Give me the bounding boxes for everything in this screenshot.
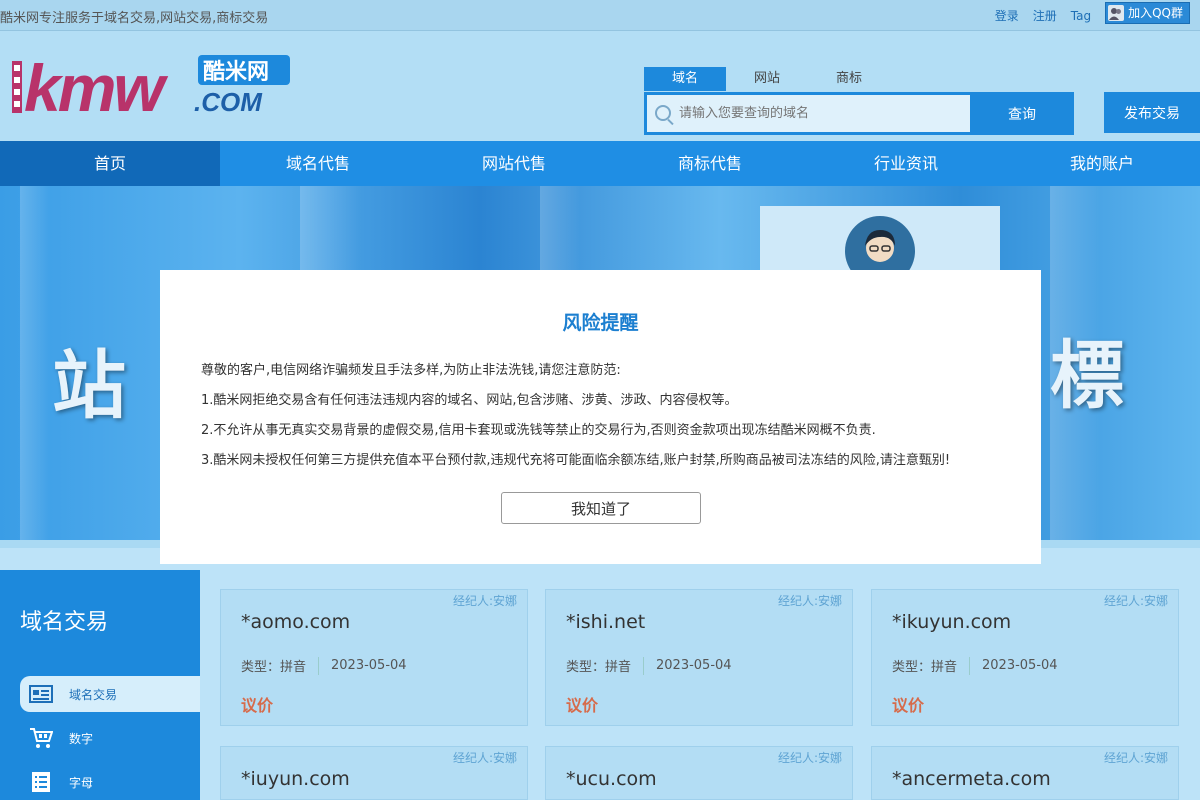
card-type: 类型：拼音	[241, 660, 307, 675]
nav-industry-news[interactable]: 行业资讯	[808, 141, 1004, 186]
card-agent: 经纪人:安娜	[452, 751, 517, 765]
search-icon	[655, 105, 671, 121]
card-domain[interactable]: *iuyun.com	[241, 768, 350, 790]
sidebar-title: 域名交易	[20, 610, 109, 635]
card-meta: 类型：拼音 2023-05-04	[241, 656, 407, 675]
domain-card[interactable]: 经纪人:安娜 *ucu.com	[545, 746, 853, 800]
search-button[interactable]: 查询	[970, 92, 1074, 135]
login-link[interactable]: 登录	[995, 7, 1019, 24]
modal-intro: 尊敬的客户,电信网络诈骗频发且手法多样,为防止非法洗钱,请您注意防范:	[201, 363, 621, 378]
domain-card[interactable]: 经纪人:安娜 *ikuyun.com 类型：拼音 2023-05-04 议价	[871, 589, 1179, 726]
modal-item-3: 3.酷米网未授权任何第三方提供充值本平台预付款,违规代充将可能面临余额冻结,账户…	[201, 453, 951, 468]
id-card-icon	[28, 684, 54, 704]
domain-card[interactable]: 经纪人:安娜 *ancermeta.com	[871, 746, 1179, 800]
qq-group-icon	[1108, 4, 1125, 21]
join-qq-group-button[interactable]: 加入QQ群	[1105, 1, 1190, 24]
logo-com-text: .COM	[194, 87, 263, 117]
search-input[interactable]	[679, 95, 969, 132]
banner-char-zhan: 站	[52, 343, 126, 429]
card-domain[interactable]: *aomo.com	[241, 611, 350, 633]
nav-home[interactable]: 首页	[0, 141, 220, 186]
sidebar-item-label: 数字	[69, 731, 94, 746]
card-price: 议价	[566, 696, 599, 715]
card-date: 2023-05-04	[656, 658, 732, 673]
card-date: 2023-05-04	[982, 658, 1058, 673]
banner-stripe	[20, 186, 50, 548]
tag-link[interactable]: Tag	[1071, 9, 1091, 23]
divider	[969, 656, 971, 675]
card-agent: 经纪人:安娜	[1103, 751, 1168, 765]
search-box: 查询	[644, 92, 1074, 135]
card-domain[interactable]: *ancermeta.com	[892, 768, 1051, 790]
card-type: 类型：拼音	[566, 660, 632, 675]
banner-char-biao: 標	[1050, 333, 1124, 419]
card-domain[interactable]: *ikuyun.com	[892, 611, 1011, 633]
nav-trademark-sale[interactable]: 商标代售	[612, 141, 808, 186]
top-bar: 酷米网专注服务于域名交易,网站交易,商标交易 登录 注册 Tag 加入QQ群	[0, 0, 1200, 31]
tab-website[interactable]: 网站	[726, 67, 808, 91]
card-domain[interactable]: *ucu.com	[566, 768, 657, 790]
qq-group-label: 加入QQ群	[1128, 6, 1183, 20]
category-sidebar: 域名交易 域名交易 数字 字母	[0, 570, 200, 800]
list-icon	[28, 772, 54, 792]
publish-trade-button[interactable]: 发布交易	[1104, 92, 1200, 133]
card-date: 2023-05-04	[331, 658, 407, 673]
top-links: 登录 注册 Tag 加入QQ群	[995, 0, 1190, 31]
card-price: 议价	[892, 696, 925, 715]
card-price: 议价	[241, 696, 274, 715]
tab-domain[interactable]: 域名	[644, 67, 726, 91]
kmw-logo[interactable]: kmw 酷米网 .COM	[10, 51, 300, 127]
domain-card[interactable]: 经纪人:安娜 *aomo.com 类型：拼音 2023-05-04 议价	[220, 589, 528, 726]
modal-title: 风险提醒	[562, 312, 639, 334]
card-domain[interactable]: *ishi.net	[566, 611, 645, 633]
sidebar-item-domain-trade[interactable]: 域名交易	[20, 676, 200, 712]
domain-card[interactable]: 经纪人:安娜 *iuyun.com	[220, 746, 528, 800]
nav-my-account[interactable]: 我的账户	[1004, 141, 1200, 186]
site-slogan: 酷米网专注服务于域名交易,网站交易,商标交易	[0, 11, 269, 26]
card-agent: 经纪人:安娜	[452, 594, 517, 608]
register-link[interactable]: 注册	[1033, 7, 1057, 24]
card-type: 类型：拼音	[892, 660, 958, 675]
nav-website-sale[interactable]: 网站代售	[416, 141, 612, 186]
acknowledge-button[interactable]: 我知道了	[501, 492, 701, 524]
cart-icon	[28, 728, 54, 748]
nav-domain-sale[interactable]: 域名代售	[220, 141, 416, 186]
card-agent: 经纪人:安娜	[1103, 594, 1168, 608]
divider	[643, 656, 645, 675]
sidebar-item-label: 字母	[69, 775, 94, 790]
domain-card[interactable]: 经纪人:安娜 *ishi.net 类型：拼音 2023-05-04 议价	[545, 589, 853, 726]
modal-item-1: 1.酷米网拒绝交易含有任何违法违规内容的域名、网站,包含涉赌、涉黄、涉政、内容侵…	[201, 393, 738, 408]
divider	[318, 656, 320, 675]
card-agent: 经纪人:安娜	[777, 751, 842, 765]
card-meta: 类型：拼音 2023-05-04	[566, 656, 732, 675]
modal-item-2: 2.不允许从事无真实交易背景的虚假交易,信用卡套现或洗钱等禁止的交易行为,否则资…	[201, 423, 876, 438]
sidebar-item-number[interactable]: 数字	[20, 720, 200, 756]
risk-reminder-modal: 风险提醒 尊敬的客户,电信网络诈骗频发且手法多样,为防止非法洗钱,请您注意防范:…	[160, 270, 1041, 564]
card-agent: 经纪人:安娜	[777, 594, 842, 608]
tab-trademark[interactable]: 商标	[808, 67, 890, 91]
card-meta: 类型：拼音 2023-05-04	[892, 656, 1058, 675]
sidebar-item-letter[interactable]: 字母	[20, 764, 200, 800]
main-nav: 首页 域名代售 网站代售 商标代售 行业资讯 我的账户	[0, 141, 1200, 186]
sidebar-item-label: 域名交易	[69, 687, 118, 702]
search-tabs: 域名 网站 商标	[644, 67, 890, 91]
logo-main-text: kmw	[24, 53, 168, 123]
header: kmw 酷米网 .COM 域名 网站 商标 查询 发布交易	[0, 31, 1200, 141]
logo-badge-text: 酷米网	[203, 60, 269, 85]
